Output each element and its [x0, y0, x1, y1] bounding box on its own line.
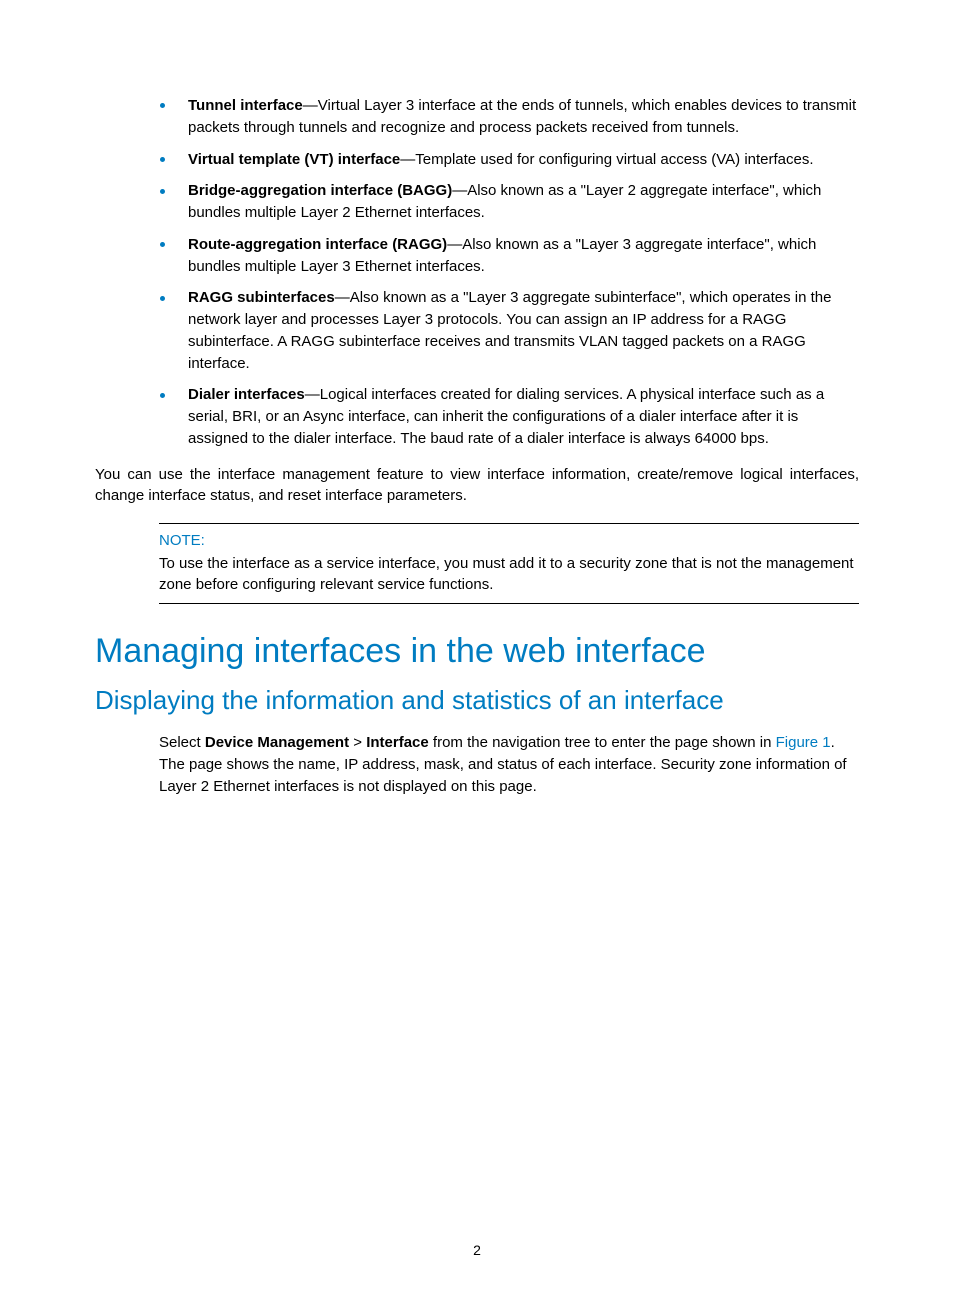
- definition-term: Tunnel interface: [188, 97, 303, 114]
- step-paragraph: Select Device Management > Interface fro…: [159, 732, 859, 797]
- text: from the navigation tree to enter the pa…: [429, 734, 776, 751]
- definition-term: Virtual template (VT) interface: [188, 151, 400, 168]
- list-item: Bridge-aggregation interface (BAGG)—Also…: [160, 180, 859, 224]
- note-body: To use the interface as a service interf…: [159, 553, 859, 595]
- nav-path-item: Device Management: [205, 734, 349, 751]
- nav-path-item: Interface: [366, 734, 429, 751]
- text: >: [349, 734, 366, 751]
- definition-term: RAGG subinterfaces: [188, 289, 335, 306]
- definition-term: Dialer interfaces: [188, 386, 305, 403]
- list-item: Route-aggregation interface (RAGG)—Also …: [160, 234, 859, 278]
- subsection-heading: Displaying the information and statistic…: [95, 685, 859, 716]
- list-item: Virtual template (VT) interface—Template…: [160, 149, 859, 171]
- definition-term: Route-aggregation interface (RAGG): [188, 236, 447, 253]
- note-title: NOTE:: [159, 532, 859, 549]
- body-paragraph: You can use the interface management fea…: [95, 464, 859, 508]
- list-item: RAGG subinterfaces—Also known as a "Laye…: [160, 287, 859, 374]
- section-heading: Managing interfaces in the web interface: [95, 632, 859, 671]
- text: Select: [159, 734, 205, 751]
- page-number: 2: [0, 1242, 954, 1258]
- list-item: Tunnel interface—Virtual Layer 3 interfa…: [160, 95, 859, 139]
- definition-term: Bridge-aggregation interface (BAGG): [188, 182, 452, 199]
- document-page: Tunnel interface—Virtual Layer 3 interfa…: [0, 0, 954, 1296]
- definition-list: Tunnel interface—Virtual Layer 3 interfa…: [160, 95, 859, 450]
- definition-desc: —Template used for configuring virtual a…: [400, 151, 813, 168]
- note-box: NOTE: To use the interface as a service …: [159, 523, 859, 604]
- list-item: Dialer interfaces—Logical interfaces cre…: [160, 384, 859, 449]
- figure-link[interactable]: Figure 1: [776, 734, 831, 751]
